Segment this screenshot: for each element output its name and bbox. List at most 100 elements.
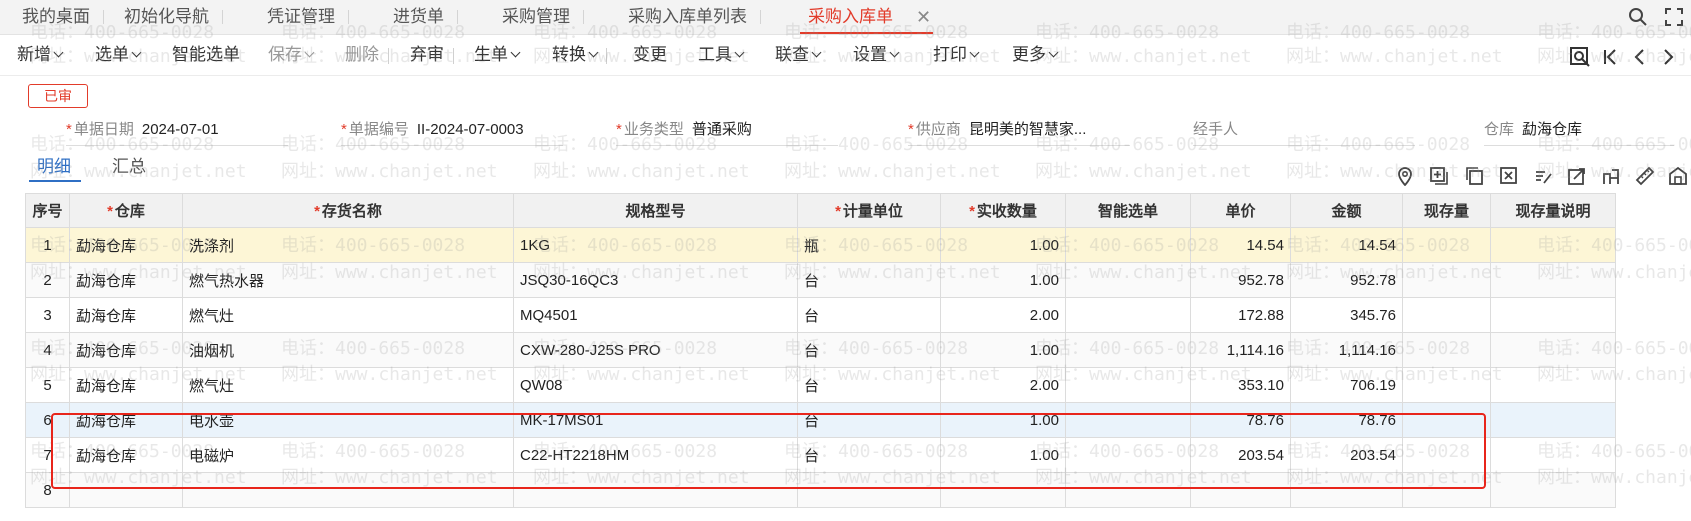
cell-unit[interactable]: 瓶 [797, 227, 941, 263]
col-header-qty[interactable]: * 实收数量 [940, 193, 1066, 228]
convert-button[interactable]: 转换 [552, 35, 607, 75]
ruler-icon[interactable] [1634, 165, 1656, 187]
cell-stock-note[interactable] [1490, 332, 1616, 368]
tab-detail[interactable]: 明细 [29, 152, 81, 182]
handler-field[interactable]: 经手人 [1193, 118, 1415, 146]
more-button[interactable]: 更多 [1012, 35, 1059, 75]
cell-price[interactable]: 353.10 [1190, 367, 1291, 403]
cell-warehouse[interactable]: 勐海仓库 [69, 227, 183, 263]
locate-icon[interactable] [1394, 165, 1416, 187]
cell-unit[interactable]: 台 [797, 332, 941, 368]
col-header-amount[interactable]: 金额 [1290, 193, 1403, 228]
cell-spec[interactable]: 1KG [513, 227, 798, 263]
supplier-field[interactable]: * 供应商 昆明美的智慧家... [908, 118, 1130, 146]
table-row[interactable]: 5 勐海仓库 燃气灶 QW08 台 2.00 353.10 706.19 [25, 367, 1616, 403]
delete-row-icon[interactable] [1498, 165, 1520, 187]
cell-stock[interactable] [1402, 332, 1491, 368]
print-button[interactable]: 打印 [933, 35, 980, 75]
col-header-no[interactable]: 序号 [25, 193, 70, 228]
cell-smart[interactable] [1065, 227, 1191, 263]
col-header-price[interactable]: 单价 [1190, 193, 1291, 228]
cell-stock-note[interactable] [1490, 437, 1616, 473]
col-header-stock-note[interactable]: 现存量说明 [1490, 193, 1616, 228]
cell-smart[interactable] [1065, 262, 1191, 298]
unaudit-button[interactable]: 弃审 [410, 35, 454, 75]
cell-spec[interactable]: MQ4501 [513, 297, 798, 333]
tab-desktop[interactable]: 我的桌面 [22, 0, 104, 34]
cell-stock[interactable] [1402, 262, 1491, 298]
cell-warehouse[interactable]: 勐海仓库 [69, 297, 183, 333]
tab-voucher[interactable]: 凭证管理 [267, 0, 349, 34]
tab-init-nav[interactable]: 初始化导航 [124, 0, 223, 34]
cell-unit[interactable]: 台 [797, 297, 941, 333]
cell-warehouse[interactable]: 勐海仓库 [69, 332, 183, 368]
fullscreen-icon[interactable] [1656, 0, 1691, 34]
cell-smart[interactable] [1065, 297, 1191, 333]
table-row[interactable]: 1 勐海仓库 洗涤剂 1KG 瓶 1.00 14.54 14.54 [25, 227, 1616, 263]
cell-unit[interactable]: 台 [797, 367, 941, 403]
row-no[interactable]: 5 [25, 367, 70, 403]
cell-price[interactable]: 172.88 [1190, 297, 1291, 333]
col-header-unit[interactable]: * 计量单位 [797, 193, 941, 228]
search-icon[interactable] [1620, 0, 1656, 34]
row-no[interactable]: 4 [25, 332, 70, 368]
cell-stock[interactable] [1402, 297, 1491, 333]
tab-purchase-mgmt[interactable]: 采购管理 [502, 0, 584, 34]
new-button[interactable]: 新增 [17, 35, 64, 75]
cell-smart[interactable] [1065, 367, 1191, 403]
row-no[interactable]: 1 [25, 227, 70, 263]
cell-item-name[interactable]: 燃气热水器 [182, 262, 514, 298]
cell-warehouse[interactable]: 勐海仓库 [69, 367, 183, 403]
cell-price[interactable]: 14.54 [1190, 227, 1291, 263]
first-record-icon[interactable] [1596, 43, 1624, 71]
cell-stock[interactable] [1402, 227, 1491, 263]
warehouse-field[interactable]: 仓库 勐海仓库 [1484, 118, 1674, 146]
col-header-smart[interactable]: 智能选单 [1065, 193, 1191, 228]
cell-item-name[interactable]: 燃气灶 [182, 367, 514, 403]
batch-edit-icon[interactable] [1532, 165, 1554, 187]
tools-button[interactable]: 工具 [698, 35, 745, 75]
add-row-icon[interactable] [1428, 165, 1450, 187]
cell-stock-note[interactable] [1490, 472, 1616, 508]
change-button[interactable]: 变更 [633, 35, 667, 75]
biz-type-field[interactable]: * 业务类型 普通采购 [616, 118, 838, 146]
row-no[interactable]: 3 [25, 297, 70, 333]
doc-code-field[interactable]: * 单据编号 II-2024-07-0003 [341, 118, 563, 146]
cell-qty[interactable]: 1.00 [940, 332, 1066, 368]
cell-stock-note[interactable] [1490, 297, 1616, 333]
cell-amount[interactable]: 952.78 [1290, 262, 1403, 298]
table-row[interactable]: 4 勐海仓库 油烟机 CXW-280-J25S PRO 台 1.00 1,114.16 1,1… [25, 332, 1616, 368]
cell-smart[interactable] [1065, 332, 1191, 368]
cell-item-name[interactable]: 油烟机 [182, 332, 514, 368]
smart-select-button[interactable]: 智能选单 [172, 35, 240, 75]
col-header-warehouse[interactable]: * 仓库 [69, 193, 183, 228]
cell-stock-note[interactable] [1490, 227, 1616, 263]
cell-amount[interactable]: 345.76 [1290, 297, 1403, 333]
delete-button[interactable]: 删除 [345, 35, 389, 75]
export-icon[interactable] [1566, 165, 1588, 187]
cell-qty[interactable]: 1.00 [940, 227, 1066, 263]
query-icon[interactable] [1566, 43, 1594, 71]
col-header-stock[interactable]: 现存量 [1402, 193, 1491, 228]
cell-stock-note[interactable] [1490, 402, 1616, 438]
generate-doc-button[interactable]: 生单 [474, 35, 521, 75]
tab-summary[interactable]: 汇总 [112, 152, 146, 182]
cell-spec[interactable]: QW08 [513, 367, 798, 403]
tab-receipt-list[interactable]: 采购入库单列表 [628, 0, 761, 34]
row-no[interactable]: 2 [25, 262, 70, 298]
save-button[interactable]: 保存 [268, 35, 315, 75]
col-header-spec[interactable]: 规格型号 [513, 193, 798, 228]
cell-item-name[interactable]: 洗涤剂 [182, 227, 514, 263]
cell-stock-note[interactable] [1490, 367, 1616, 403]
cell-amount[interactable]: 1,114.16 [1290, 332, 1403, 368]
cell-item-name[interactable]: 燃气灶 [182, 297, 514, 333]
cell-qty[interactable]: 2.00 [940, 367, 1066, 403]
prev-record-icon[interactable] [1625, 43, 1653, 71]
cell-amount[interactable]: 706.19 [1290, 367, 1403, 403]
table-row[interactable]: 3 勐海仓库 燃气灶 MQ4501 台 2.00 172.88 345.76 [25, 297, 1616, 333]
split-icon[interactable] [1600, 165, 1622, 187]
cell-qty[interactable]: 2.00 [940, 297, 1066, 333]
cell-price[interactable]: 1,114.16 [1190, 332, 1291, 368]
cell-price[interactable]: 952.78 [1190, 262, 1291, 298]
table-row[interactable]: 2 勐海仓库 燃气热水器 JSQ30-16QC3 台 1.00 952.78 952.78 [25, 262, 1616, 298]
